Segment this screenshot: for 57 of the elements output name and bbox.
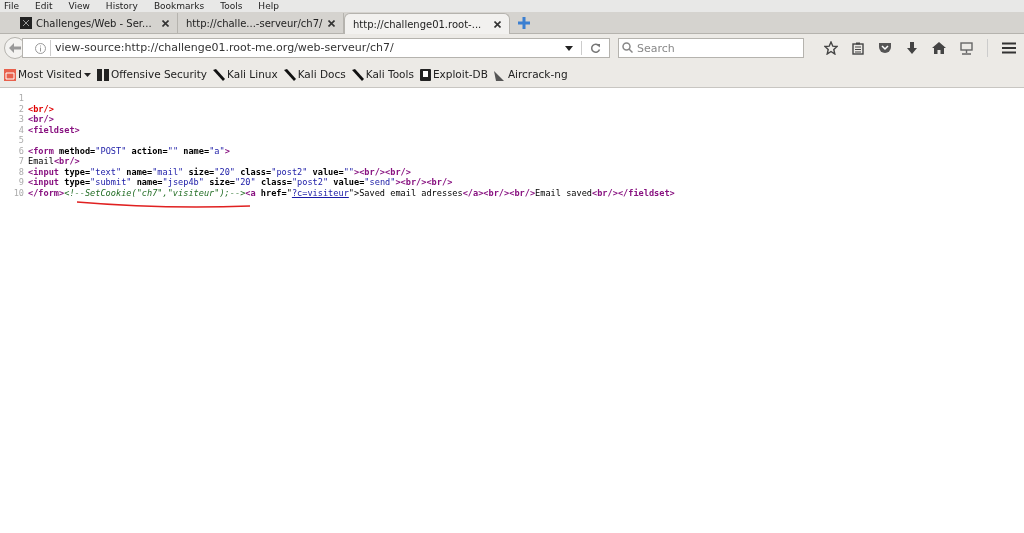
source-code-line: <input type="text" name="mail" size="20" class="post2" value=""><br/><br/> [28, 166, 411, 177]
browser-tab[interactable]: Challenges/Web - Ser... [12, 13, 178, 33]
folder-icon [4, 68, 16, 81]
search-field[interactable]: Search [618, 38, 804, 58]
menu-item[interactable]: View [68, 1, 90, 11]
browser-tab[interactable]: http://challenge01.root-... [344, 13, 510, 34]
site-favicon-icon [20, 17, 32, 29]
menu-item[interactable]: Bookmarks [153, 1, 205, 11]
source-code-line: <form method="POST" action="" name="a"> [28, 145, 230, 156]
dropdown-caret-icon [83, 72, 91, 77]
home-icon[interactable] [932, 42, 946, 54]
close-icon[interactable] [494, 20, 501, 28]
bars-icon [96, 68, 109, 81]
menu-icon[interactable] [1002, 42, 1016, 54]
info-icon [35, 42, 46, 54]
bookmark-link[interactable]: Kali Docs [283, 66, 346, 83]
line-number: 1 [17, 93, 25, 104]
menu-item[interactable]: History [105, 1, 138, 11]
bookmark-link[interactable]: Kali Linux [213, 66, 278, 83]
bookmark-link[interactable]: Offensive Security [96, 66, 208, 83]
line-number: 7 [17, 156, 25, 167]
source-code-line: </form><!--SetCookie("ch7","visiteur");--><a href="?c=visiteur">Saved email adresses</a><br/><br/>Email saved<br/></fieldset> [28, 187, 675, 198]
line-number: 9 [17, 177, 25, 188]
bookmark-link[interactable]: Aircrack-ng [493, 66, 568, 83]
bookmark-link[interactable]: Kali Tools [351, 66, 414, 83]
search-icon [622, 42, 633, 53]
bookmark-link[interactable]: Exploit-DB [419, 66, 488, 83]
line-number: 5 [17, 135, 25, 146]
line-number: 4 [17, 124, 25, 135]
close-icon[interactable] [162, 19, 169, 27]
menu-item[interactable]: Tools [220, 1, 243, 11]
close-icon[interactable] [328, 19, 335, 27]
url-text: view-source:http://challenge01.root-me.org/web-serveur/ch7/ [50, 39, 561, 57]
line-number: 10 [12, 187, 25, 198]
line-number: 8 [17, 166, 25, 177]
back-arrow-icon [9, 43, 21, 53]
line-number: 3 [17, 114, 25, 125]
new-tab-plus-icon[interactable] [518, 17, 530, 29]
source-code-line: <input type="submit" name="jsep4b" size="20" class="post2" value="send"><br/><br/> [28, 177, 453, 188]
address-bar[interactable]: view-source:http://challenge01.root-me.org/web-serveur/ch7/ [22, 38, 610, 58]
reload-icon[interactable] [590, 42, 601, 54]
source-code-line: <br/> [28, 103, 54, 114]
menu-item[interactable]: Help [258, 1, 279, 11]
menu-item[interactable]: Edit [35, 1, 53, 11]
clipboard-icon[interactable] [852, 41, 864, 55]
line-number: 6 [17, 145, 25, 156]
source-code-line: Email<br/> [28, 156, 80, 167]
line-number: 2 [17, 103, 25, 114]
star-icon[interactable] [824, 41, 838, 55]
dropdown-caret-icon[interactable] [565, 45, 573, 51]
download-icon[interactable] [906, 41, 918, 55]
monitor-icon[interactable] [960, 41, 973, 55]
bookmark-link[interactable]: Most Visited [4, 66, 91, 83]
pocket-icon[interactable] [878, 42, 892, 54]
menu-item[interactable]: File [4, 1, 20, 11]
source-code-line: <fieldset> [28, 124, 80, 135]
source-code-line: <br/> [28, 114, 54, 125]
